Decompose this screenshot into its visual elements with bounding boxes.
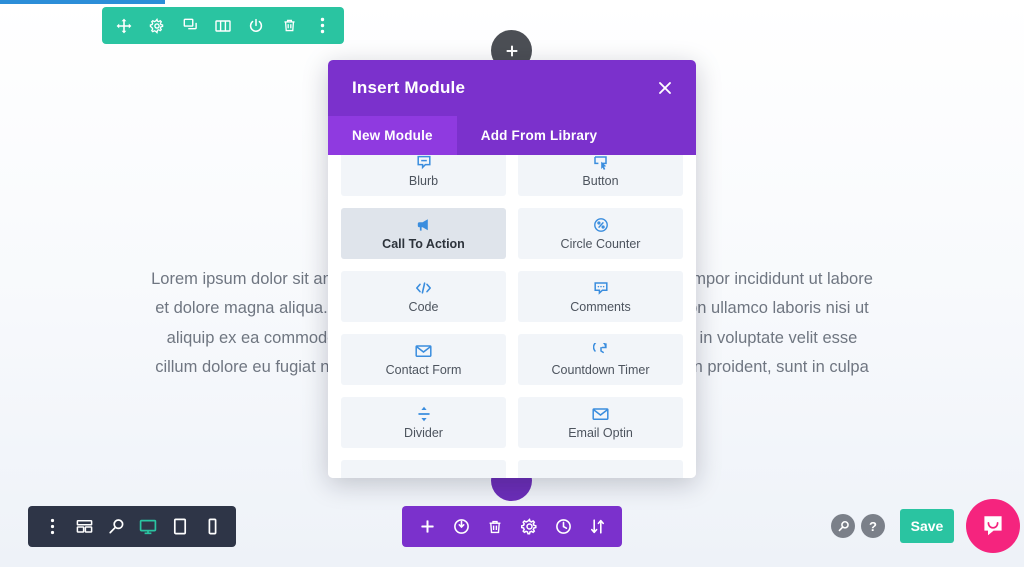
power-icon[interactable] [450, 516, 472, 538]
tab-new-module[interactable]: New Module [328, 116, 457, 155]
modal-title: Insert Module [352, 78, 466, 97]
module-label: Email Optin [568, 426, 633, 440]
columns-icon[interactable] [213, 16, 233, 36]
plus-icon[interactable] [416, 516, 438, 538]
module-label: Button [582, 174, 619, 188]
blurb-icon [416, 155, 432, 170]
desktop-icon[interactable] [137, 516, 159, 538]
zoom-out-icon[interactable] [105, 516, 127, 538]
more-vertical-icon[interactable] [312, 16, 332, 36]
module-tile-fullwidth-header[interactable] [518, 460, 683, 478]
module-tile-comments[interactable]: Comments [518, 271, 683, 322]
move-icon[interactable] [114, 16, 134, 36]
module-label: Blurb [408, 174, 439, 188]
module-list-scroll-area[interactable]: Blurb Button Call To Action Circle Count… [328, 155, 696, 478]
module-label: Code [408, 300, 439, 314]
module-tile-code[interactable]: Code [341, 271, 506, 322]
countdown-timer-icon [592, 342, 609, 359]
module-tile-email-optin[interactable]: Email Optin [518, 397, 683, 448]
tab-add-from-library[interactable]: Add From Library [457, 116, 621, 155]
module-label: Comments [570, 300, 631, 314]
button-icon [593, 155, 609, 170]
more-vertical-icon[interactable] [41, 516, 63, 538]
phone-icon[interactable] [201, 516, 223, 538]
module-label: Divider [404, 426, 443, 440]
gear-icon[interactable] [518, 516, 540, 538]
sort-icon[interactable] [586, 516, 608, 538]
view-mode-toolbar [28, 506, 236, 547]
wireframe-icon[interactable] [73, 516, 95, 538]
modal-tabs: New Module Add From Library [328, 116, 696, 155]
module-tile-circle-counter[interactable]: Circle Counter [518, 208, 683, 259]
divider-icon [417, 405, 431, 422]
search-icon-button[interactable] [831, 514, 855, 538]
contact-form-icon [415, 342, 432, 359]
module-label: Contact Form [385, 363, 462, 377]
module-tile-filterable-portfolio[interactable] [341, 460, 506, 478]
close-icon[interactable] [654, 77, 676, 99]
call-to-action-icon [416, 216, 432, 233]
module-grid: Blurb Button Call To Action Circle Count… [341, 155, 683, 478]
module-tile-button[interactable]: Button [518, 155, 683, 196]
circle-counter-icon [593, 216, 609, 233]
email-optin-icon [592, 405, 609, 422]
module-tile-contact-form[interactable]: Contact Form [341, 334, 506, 385]
page-actions-toolbar [402, 506, 622, 547]
trash-icon[interactable] [279, 16, 299, 36]
history-icon[interactable] [552, 516, 574, 538]
help-icon-button[interactable]: ? [861, 514, 885, 538]
module-label: Call To Action [382, 237, 465, 251]
row-toolbar[interactable] [102, 7, 344, 44]
duplicate-icon[interactable] [180, 16, 200, 36]
code-icon [415, 279, 432, 296]
module-label: Circle Counter [560, 237, 641, 251]
power-icon[interactable] [246, 16, 266, 36]
plus-icon [506, 45, 517, 56]
module-tile-call-to-action[interactable]: Call To Action [341, 208, 506, 259]
fullwidth-header-icon [593, 475, 609, 478]
section-highlight-bar [0, 0, 165, 4]
gear-icon[interactable] [147, 16, 167, 36]
module-tile-blurb[interactable]: Blurb [341, 155, 506, 196]
modal-header: Insert Module [328, 60, 696, 116]
filterable-portfolio-icon [416, 475, 432, 478]
comments-icon [593, 279, 609, 296]
save-button[interactable]: Save [900, 509, 954, 543]
trash-icon[interactable] [484, 516, 506, 538]
insert-module-modal: Insert Module New Module Add From Librar… [328, 60, 696, 478]
module-tile-divider[interactable]: Divider [341, 397, 506, 448]
chat-bubble-icon[interactable] [966, 499, 1020, 553]
module-tile-countdown-timer[interactable]: Countdown Timer [518, 334, 683, 385]
module-label: Countdown Timer [551, 363, 650, 377]
tablet-icon[interactable] [169, 516, 191, 538]
